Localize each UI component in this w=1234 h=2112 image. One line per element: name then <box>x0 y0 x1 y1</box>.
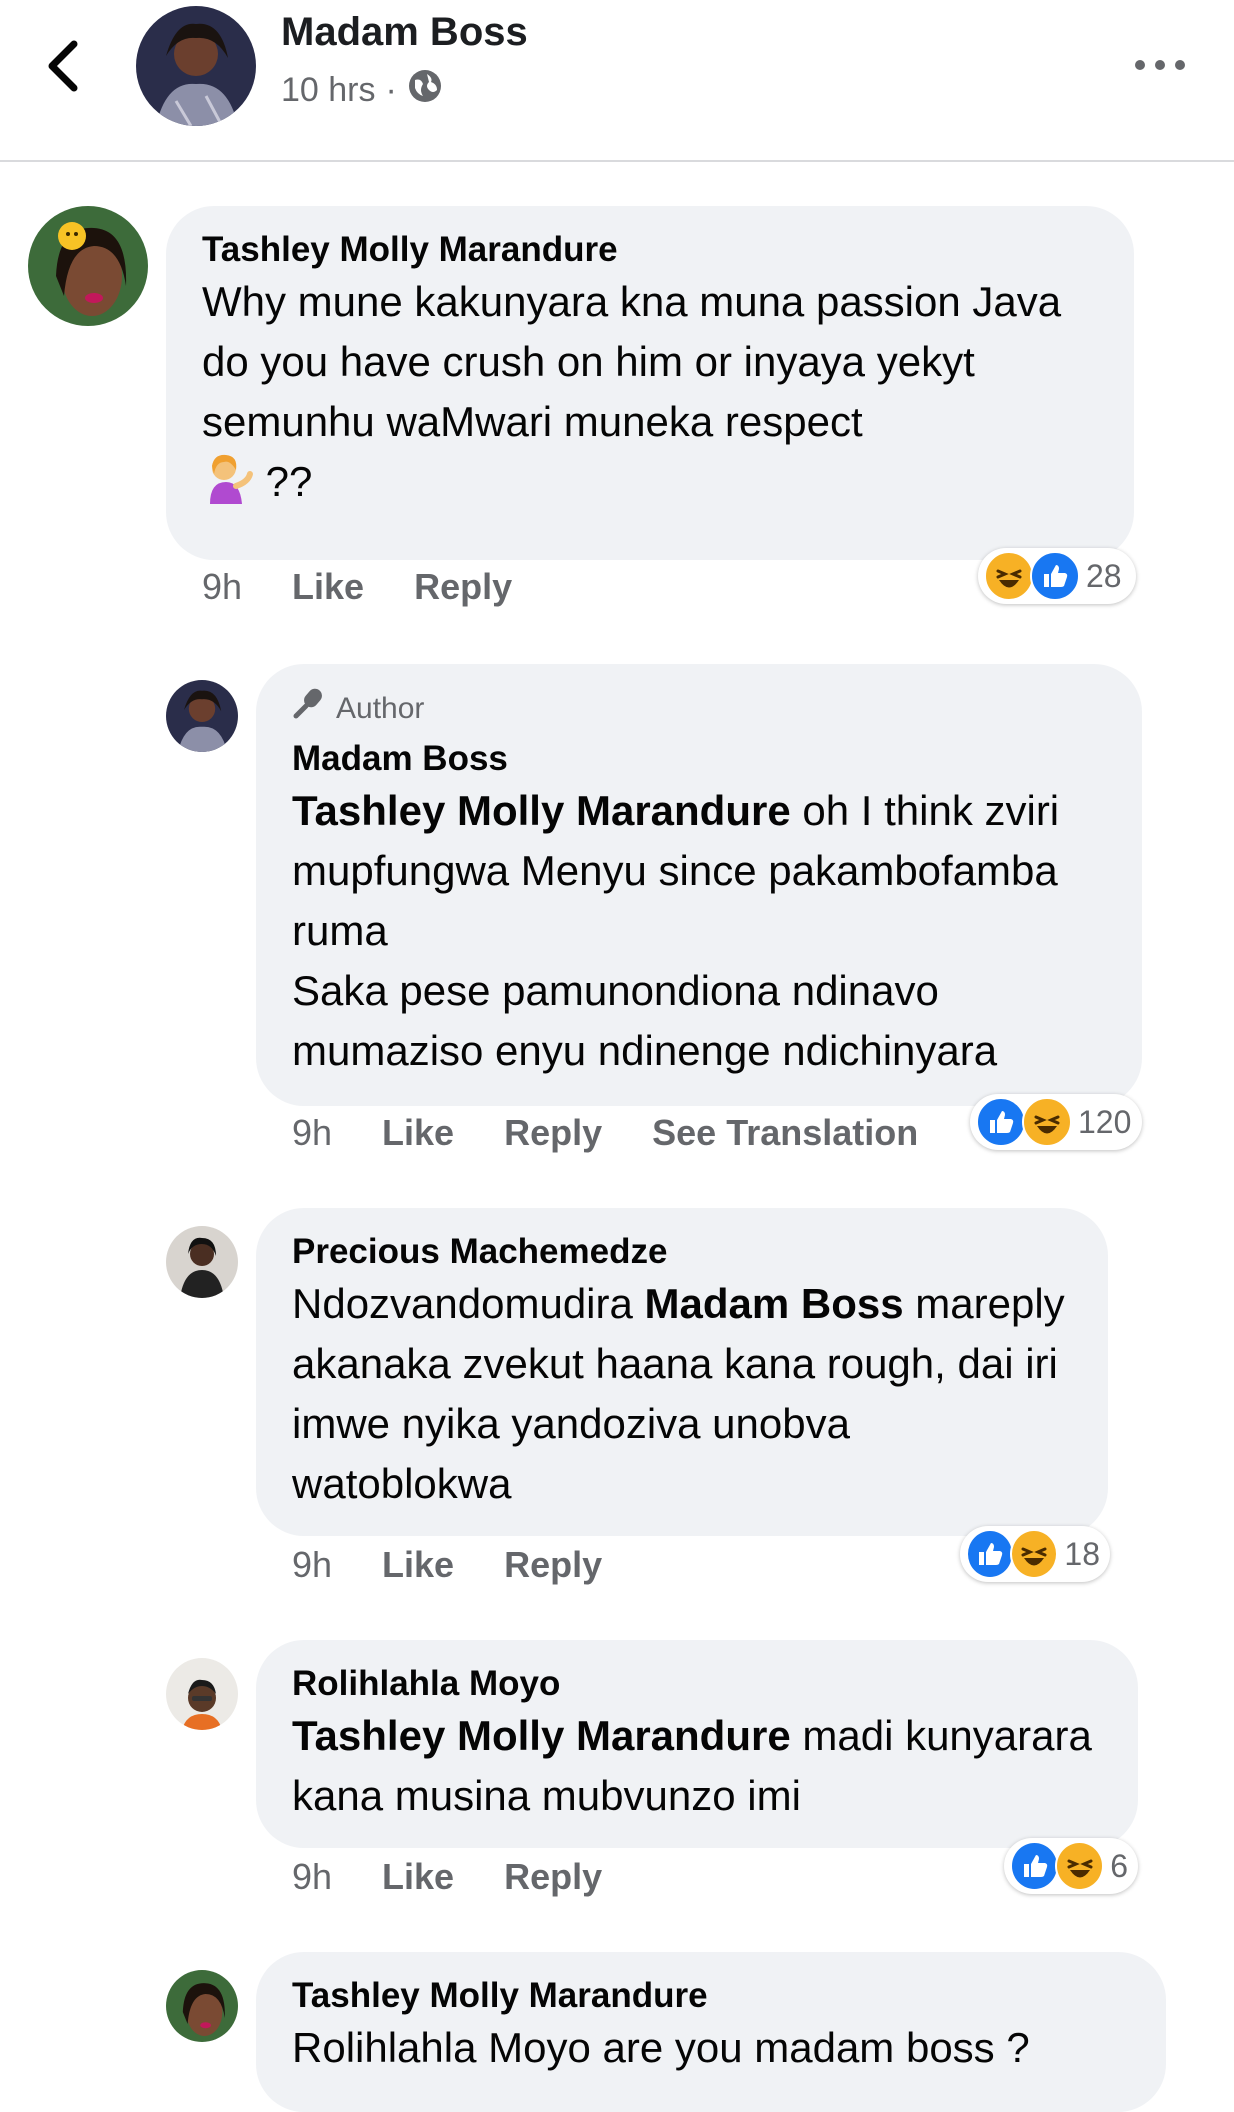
like-reaction-icon <box>966 1529 1015 1579</box>
comment-bubble: Author Madam Boss Tashley Molly Marandur… <box>256 664 1142 1106</box>
reply-button[interactable]: Reply <box>504 1856 602 1898</box>
author-avatar[interactable] <box>136 6 256 126</box>
like-button[interactable]: Like <box>292 566 364 608</box>
comment-actions: 9h Like Reply <box>202 566 562 608</box>
comment-time[interactable]: 9h <box>292 1856 332 1898</box>
post-time[interactable]: 10 hrs <box>281 71 376 110</box>
haha-reaction-icon <box>1055 1841 1105 1891</box>
like-reaction-icon <box>1010 1841 1060 1891</box>
comment-text: Rolihlahla Moyo are you madam boss ? <box>292 2024 1030 2071</box>
back-arrow-icon[interactable] <box>38 36 90 96</box>
comment-bubble: Precious Machemedze Ndozvandomudira Mada… <box>256 1208 1108 1536</box>
reaction-count: 6 <box>1110 1847 1128 1884</box>
comment-author-name[interactable]: Tashley Molly Marandure <box>292 1974 1130 2018</box>
mention-link[interactable]: Tashley Molly Marandure <box>292 787 791 834</box>
commenter-avatar[interactable] <box>166 1658 238 1730</box>
reaction-count: 120 <box>1078 1103 1132 1140</box>
like-button[interactable]: Like <box>382 1544 454 1586</box>
comment-bubble: Tashley Molly Marandure Why mune kakunya… <box>166 206 1134 560</box>
like-button[interactable]: Like <box>382 1856 454 1898</box>
reaction-count: 28 <box>1086 557 1122 594</box>
comment-actions: 9h Like Reply See Translation <box>292 1112 968 1154</box>
comment-actions: 9h Like Reply <box>292 1544 652 1586</box>
haha-reaction-icon <box>984 551 1034 601</box>
comment-bubble: Rolihlahla Moyo Tashley Molly Marandure … <box>256 1640 1138 1848</box>
comment-actions: 9h Like Reply <box>292 1856 652 1898</box>
mention-link[interactable]: Madam Boss <box>645 1280 904 1327</box>
globe-icon[interactable] <box>407 68 443 113</box>
commenter-avatar[interactable] <box>166 680 238 752</box>
comment-time[interactable]: 9h <box>292 1112 332 1154</box>
like-button[interactable]: Like <box>382 1112 454 1154</box>
comment-text: Ndozvandomudira Madam Boss mareply akana… <box>292 1280 1065 1507</box>
comment-author-name[interactable]: Precious Machemedze <box>292 1230 1072 1274</box>
comment-text: Tashley Molly Marandure madi kunyarara k… <box>292 1712 1092 1819</box>
reaction-summary[interactable]: 18 <box>960 1526 1110 1582</box>
comment-author-name[interactable]: Madam Boss <box>292 737 1106 781</box>
more-options-icon[interactable] <box>1130 50 1190 80</box>
comment-time[interactable]: 9h <box>202 566 242 608</box>
reply-button[interactable]: Reply <box>504 1544 602 1586</box>
comment-text: Tashley Molly Marandure oh I think zviri… <box>292 787 1060 1074</box>
reaction-summary[interactable]: 120 <box>970 1094 1142 1150</box>
post-header: Madam Boss 10 hrs · <box>0 0 1234 162</box>
reaction-summary[interactable]: 28 <box>978 548 1136 604</box>
reply-button[interactable]: Reply <box>504 1112 602 1154</box>
woman-tipping-hand-emoji <box>202 454 266 505</box>
haha-reaction-icon <box>1010 1529 1059 1579</box>
like-reaction-icon <box>976 1097 1026 1147</box>
comment-author-name[interactable]: Tashley Molly Marandure <box>202 228 1098 272</box>
post-meta: 10 hrs · <box>281 68 443 113</box>
like-reaction-icon <box>1030 551 1080 601</box>
reaction-count: 18 <box>1064 1535 1100 1572</box>
comment-time[interactable]: 9h <box>292 1544 332 1586</box>
commenter-avatar[interactable] <box>28 206 148 326</box>
see-translation-link[interactable]: See Translation <box>652 1112 918 1154</box>
mention-link[interactable]: Tashley Molly Marandure <box>292 1712 791 1759</box>
commenter-avatar[interactable] <box>166 1970 238 2042</box>
reaction-summary[interactable]: 6 <box>1004 1838 1138 1894</box>
microphone-icon <box>292 686 326 731</box>
commenter-avatar[interactable] <box>166 1226 238 1298</box>
haha-reaction-icon <box>1022 1097 1072 1147</box>
post-author-name[interactable]: Madam Boss <box>281 10 528 55</box>
reply-button[interactable]: Reply <box>414 566 512 608</box>
comment-text: Why mune kakunyara kna muna passion Java… <box>202 278 1062 505</box>
meta-separator: · <box>385 71 397 109</box>
comment-author-name[interactable]: Rolihlahla Moyo <box>292 1662 1102 1706</box>
author-badge: Author <box>292 686 1106 731</box>
comment-bubble: Tashley Molly Marandure Rolihlahla Moyo … <box>256 1952 1166 2112</box>
